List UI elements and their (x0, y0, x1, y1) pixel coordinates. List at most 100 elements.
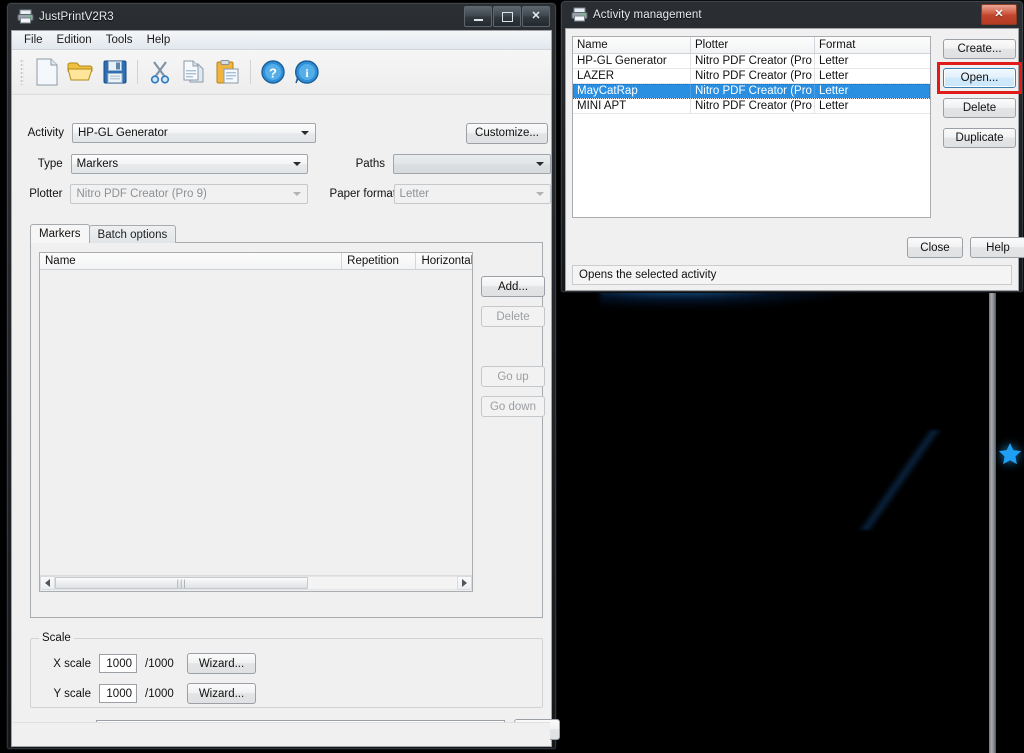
dialog-status-text: Opens the selected activity (579, 269, 717, 281)
menu-item-tools[interactable]: Tools (99, 32, 140, 49)
activity-cell-plotter: Nitro PDF Creator (Pro 9) (691, 99, 815, 113)
scroll-left-icon[interactable] (40, 576, 55, 590)
table-row[interactable]: LAZER Nitro PDF Creator (Pro 9) Letter (573, 69, 930, 84)
table-row[interactable]: MINI APT Nitro PDF Creator (Pro 9) Lette… (573, 99, 930, 114)
activity-management-dialog: Activity management ✕ Name Plotter Forma… (560, 0, 1024, 293)
printer-icon (17, 9, 34, 24)
main-window: JustPrintV2R3 ✕ File Edition Tools Help (6, 2, 560, 750)
activity-cell-name: LAZER (573, 69, 691, 83)
toolbar-grip[interactable] (20, 59, 24, 85)
activity-label: Activity (27, 127, 64, 139)
table-row-selected[interactable]: MayCatRap Nitro PDF Creator (Pro 9) Lett… (573, 84, 930, 99)
toolbar: ? i (12, 50, 551, 95)
plotter-paper-row: Plotter Nitro PDF Creator (Pro 9) Paper … (12, 184, 552, 204)
plotter-combobox: Nitro PDF Creator (Pro 9) (70, 184, 308, 204)
menu-item-edition[interactable]: Edition (50, 32, 99, 49)
activity-column-name[interactable]: Name (573, 37, 691, 53)
help-question-icon[interactable]: ? (256, 55, 290, 89)
delete-activity-button[interactable]: Delete (943, 98, 1016, 118)
y-scale-denominator: /1000 (145, 687, 174, 700)
paths-label: Paths (355, 158, 386, 170)
chevron-down-icon (292, 192, 301, 196)
scale-group: Scale X scale 1000 /1000 Wizard... Y sca… (30, 632, 543, 708)
scroll-thumb[interactable]: ||| (55, 577, 309, 589)
activity-cell-format: Letter (819, 85, 849, 97)
activity-table[interactable]: Name Plotter Format HP-GL Generator Nitr… (572, 36, 931, 218)
x-scale-wizard-button[interactable]: Wizard... (187, 653, 256, 674)
desktop-glow-diagonal (830, 430, 970, 530)
chevron-down-icon (301, 131, 309, 135)
y-scale-row: Y scale 1000 /1000 Wizard... (43, 683, 256, 704)
main-status-text (13, 728, 19, 740)
dialog-status-bar: Opens the selected activity (572, 265, 1012, 285)
activity-table-header: Name Plotter Format (573, 37, 930, 54)
duplicate-activity-button[interactable]: Duplicate (943, 128, 1016, 148)
add-marker-button[interactable]: Add... (481, 276, 545, 297)
customize-button[interactable]: Customize... (466, 122, 548, 144)
main-window-titlebar[interactable]: JustPrintV2R3 ✕ (11, 3, 552, 30)
save-floppy-icon[interactable] (98, 55, 132, 89)
paste-icon[interactable] (211, 55, 245, 89)
activity-column-plotter[interactable]: Plotter (691, 37, 815, 53)
x-scale-input[interactable]: 1000 (99, 654, 137, 673)
type-combobox[interactable]: Markers (70, 154, 309, 174)
activity-cell-name: HP-GL Generator (573, 54, 691, 68)
markers-column-name[interactable]: Name (40, 253, 343, 269)
activity-cell-name: MayCatRap (573, 84, 691, 98)
minimize-icon[interactable] (464, 6, 492, 27)
cut-scissors-icon[interactable] (143, 55, 177, 89)
go-up-button: Go up (481, 366, 545, 387)
activity-cell-plotter: Nitro PDF Creator (Pro 9) (691, 69, 815, 83)
paper-format-combobox: Letter (393, 184, 552, 204)
activity-cell-format: Letter (819, 70, 849, 82)
dialog-window-controls: ✕ (981, 4, 1017, 25)
copy-icon[interactable] (177, 55, 211, 89)
type-paths-row: Type Markers Paths (12, 154, 551, 174)
y-scale-wizard-button[interactable]: Wizard... (187, 683, 256, 704)
help-dialog-button[interactable]: Help (970, 237, 1024, 258)
markers-column-horizontal-size[interactable]: Horizontal s (416, 253, 472, 269)
open-activity-button[interactable]: Open... (943, 68, 1016, 88)
close-icon[interactable]: ✕ (981, 4, 1017, 25)
toolbar-separator-2 (250, 60, 251, 84)
main-window-controls: ✕ (464, 6, 550, 27)
activity-value: HP-GL Generator (78, 127, 168, 139)
chevron-down-icon (536, 162, 544, 166)
menu-item-file[interactable]: File (17, 32, 50, 49)
y-scale-label: Y scale (53, 687, 91, 700)
x-scale-label: X scale (53, 657, 91, 670)
activity-cell-plotter: Nitro PDF Creator (Pro 9) (691, 54, 815, 68)
maximize-icon[interactable] (493, 6, 521, 27)
markers-list-body[interactable] (40, 270, 472, 575)
markers-horizontal-scrollbar[interactable]: ||| (40, 575, 472, 590)
table-row[interactable]: HP-GL Generator Nitro PDF Creator (Pro 9… (573, 54, 930, 69)
go-down-button: Go down (481, 396, 545, 417)
paths-combobox[interactable] (393, 154, 551, 174)
activity-combobox[interactable]: HP-GL Generator (72, 123, 316, 143)
info-icon[interactable]: i (290, 55, 324, 89)
scroll-right-icon[interactable] (457, 576, 472, 590)
menu-item-help[interactable]: Help (140, 32, 178, 49)
new-document-icon[interactable] (30, 55, 64, 89)
activity-cell-format: Letter (819, 55, 849, 67)
chevron-down-icon (536, 192, 545, 196)
close-icon[interactable]: ✕ (522, 6, 550, 27)
create-activity-button[interactable]: Create... (943, 39, 1016, 59)
type-value: Markers (76, 158, 119, 170)
paper-format-value: Letter (399, 188, 429, 200)
markers-listview[interactable]: Name Repetition Horizontal s ||| (39, 252, 473, 592)
open-folder-icon[interactable] (64, 55, 98, 89)
activity-cell-plotter: Nitro PDF Creator (Pro 9) (691, 84, 815, 98)
dialog-title: Activity management (593, 8, 702, 21)
markers-list-header: Name Repetition Horizontal s (40, 253, 472, 270)
scroll-track[interactable]: ||| (55, 576, 457, 590)
activity-column-format[interactable]: Format (815, 37, 930, 53)
tab-batch-options[interactable]: Batch options (88, 225, 177, 243)
dialog-titlebar[interactable]: Activity management ✕ (565, 1, 1019, 28)
tab-markers[interactable]: Markers (30, 224, 90, 243)
y-scale-input[interactable]: 1000 (99, 684, 137, 703)
type-label: Type (37, 158, 63, 170)
close-dialog-button[interactable]: Close (907, 237, 963, 258)
svg-text:?: ? (269, 66, 277, 81)
markers-column-repetition[interactable]: Repetition (342, 253, 417, 269)
